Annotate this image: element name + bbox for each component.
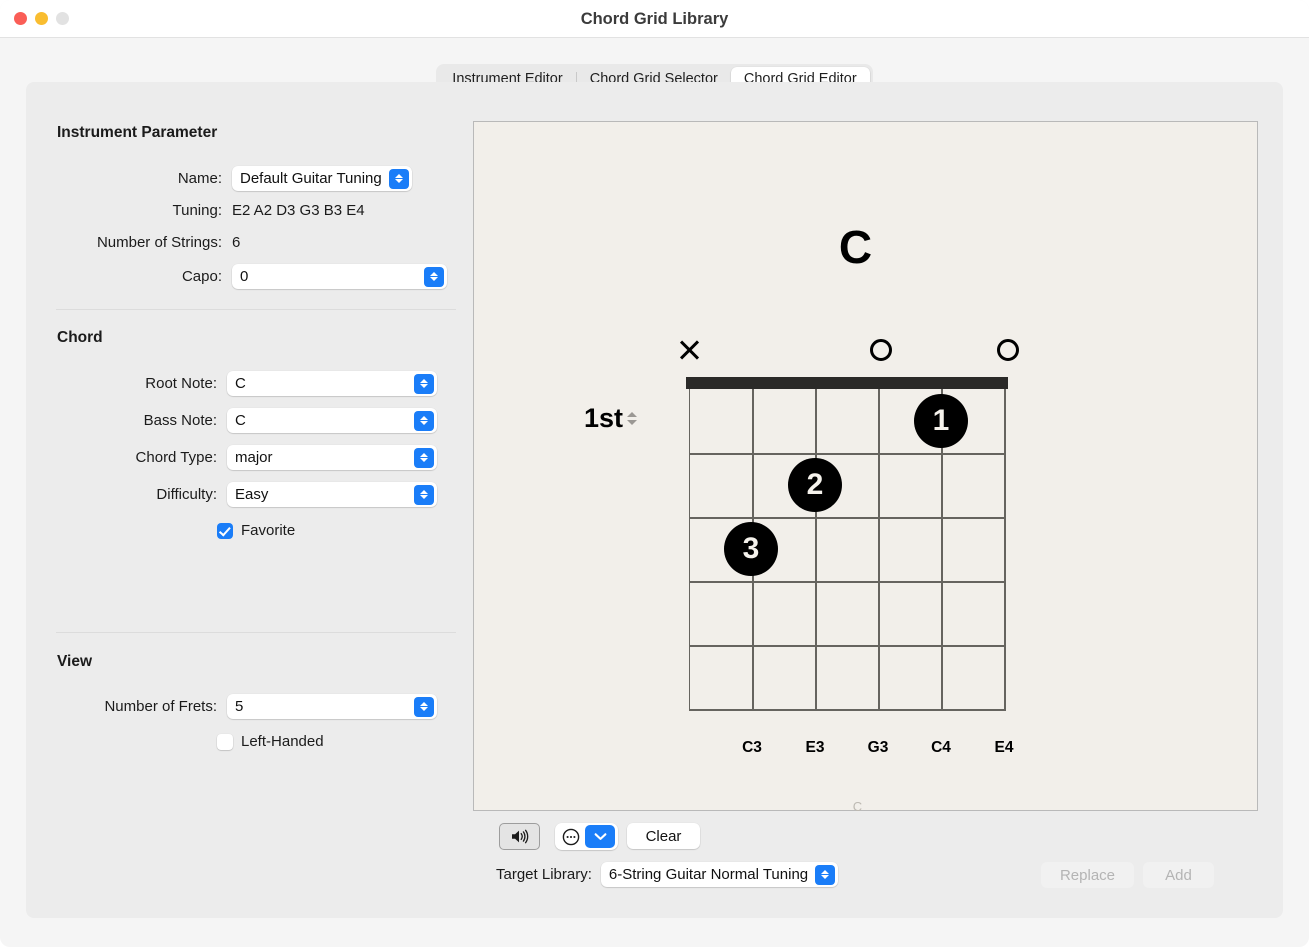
string-label-3: E3 (806, 739, 825, 757)
number-of-frets-value: 5 (235, 698, 243, 715)
chevron-updown-icon (424, 267, 444, 287)
bass-note-row: Bass Note: C (57, 408, 457, 433)
play-sound-button[interactable] (499, 823, 540, 850)
left-handed-checkbox-row[interactable]: Left-Handed (217, 733, 324, 750)
window-title: Chord Grid Library (0, 0, 1309, 38)
chord-type-label: Chord Type: (57, 449, 217, 466)
bass-note-value: C (235, 412, 246, 429)
clear-button[interactable]: Clear (627, 823, 700, 849)
content-panel: Instrument Parameter Name: Default Guita… (26, 82, 1283, 918)
options-dropdown-button[interactable] (585, 825, 615, 848)
chord-type-row: Chord Type: major (57, 445, 457, 470)
left-handed-checkbox[interactable] (217, 734, 233, 750)
number-of-strings-label: Number of Strings: (57, 234, 222, 251)
speaker-icon (510, 829, 529, 844)
target-library-row: Target Library: 6-String Guitar Normal T… (496, 862, 838, 887)
tuning-label: Tuning: (57, 202, 222, 219)
capo-popup-value: 0 (240, 268, 248, 285)
capo-popup[interactable]: 0 (232, 264, 447, 289)
options-menu-button[interactable] (557, 825, 585, 848)
difficulty-popup[interactable]: Easy (227, 482, 437, 507)
fret-position-stepper[interactable]: 1st (584, 403, 637, 434)
tuning-row: Tuning: E2 A2 D3 G3 B3 E4 (57, 202, 457, 219)
capo-label: Capo: (57, 268, 222, 285)
name-popup-value: Default Guitar Tuning (240, 170, 382, 187)
chevron-updown-icon (414, 411, 434, 431)
bass-note-popup[interactable]: C (227, 408, 437, 433)
root-note-value: C (235, 375, 246, 392)
finger-marker-3[interactable]: 3 (724, 522, 778, 576)
divider-1 (56, 309, 456, 310)
app-window: Chord Grid Library Instrument Editor Cho… (0, 0, 1309, 947)
chevron-updown-icon (815, 865, 835, 885)
strings-row: Number of Strings: 6 (57, 234, 457, 251)
string-label-4: G3 (868, 739, 889, 757)
favorite-checkbox-row[interactable]: Favorite (217, 522, 295, 539)
stepper-arrows-icon[interactable] (627, 412, 637, 425)
add-button[interactable]: Add (1143, 862, 1214, 888)
chord-heading: Chord (57, 329, 103, 347)
number-of-strings-value: 6 (232, 234, 240, 251)
open-string-marker-6[interactable] (997, 339, 1019, 361)
chevron-updown-icon (414, 448, 434, 468)
chevron-updown-icon (414, 697, 434, 717)
fret-line-2 (689, 517, 1006, 519)
chord-type-popup[interactable]: major (227, 445, 437, 470)
divider-2 (56, 632, 456, 633)
titlebar: Chord Grid Library (0, 0, 1309, 38)
chord-diagram-panel[interactable]: C (473, 121, 1258, 811)
string-label-5: C4 (931, 739, 951, 757)
instrument-parameter-heading: Instrument Parameter (57, 124, 217, 142)
target-library-value: 6-String Guitar Normal Tuning (609, 866, 808, 883)
string-line-3[interactable] (815, 389, 817, 711)
difficulty-label: Difficulty: (57, 486, 217, 503)
ellipsis-circle-icon (562, 828, 580, 846)
root-note-row: Root Note: C (57, 371, 457, 396)
chord-type-value: major (235, 449, 273, 466)
name-label: Name: (57, 170, 222, 187)
chevron-updown-icon (414, 374, 434, 394)
name-popup[interactable]: Default Guitar Tuning (232, 166, 412, 191)
name-row: Name: Default Guitar Tuning (57, 166, 457, 191)
chord-footnote: C (465, 799, 1250, 814)
number-of-frets-popup[interactable]: 5 (227, 694, 437, 719)
replace-button[interactable]: Replace (1041, 862, 1134, 888)
view-heading: View (57, 653, 92, 671)
fret-position-value: 1st (584, 403, 623, 434)
chevron-down-icon (594, 832, 607, 841)
chord-grid[interactable]: 1 2 3 1st C3 E3 G3 C4 E4 C (474, 122, 1259, 812)
favorite-checkbox[interactable] (217, 523, 233, 539)
root-note-label: Root Note: (57, 375, 217, 392)
left-handed-label: Left-Handed (241, 733, 324, 750)
number-of-frets-row: Number of Frets: 5 (57, 694, 457, 719)
number-of-frets-label: Number of Frets: (57, 698, 217, 715)
chevron-updown-icon (414, 485, 434, 505)
finger-marker-2[interactable]: 2 (788, 458, 842, 512)
chevron-updown-icon (389, 169, 409, 189)
string-line-1[interactable] (689, 389, 691, 711)
bass-note-label: Bass Note: (57, 412, 217, 429)
fret-line-4 (689, 645, 1006, 647)
root-note-popup[interactable]: C (227, 371, 437, 396)
capo-row: Capo: 0 (57, 264, 457, 289)
favorite-label: Favorite (241, 522, 295, 539)
string-line-4[interactable] (878, 389, 880, 711)
tuning-value: E2 A2 D3 G3 B3 E4 (232, 202, 365, 219)
fret-line-3 (689, 581, 1006, 583)
target-library-popup[interactable]: 6-String Guitar Normal Tuning (601, 862, 838, 887)
fret-line-1 (689, 453, 1006, 455)
open-string-marker-4[interactable] (870, 339, 892, 361)
finger-marker-1[interactable]: 1 (914, 394, 968, 448)
difficulty-value: Easy (235, 486, 268, 503)
string-line-6[interactable] (1004, 389, 1006, 711)
string-label-2: C3 (742, 739, 762, 757)
muted-string-marker-1[interactable] (678, 338, 702, 362)
string-label-6: E4 (995, 739, 1014, 757)
difficulty-row: Difficulty: Easy (57, 482, 457, 507)
fret-line-5 (689, 709, 1006, 711)
options-split-button[interactable] (555, 823, 618, 850)
nut (686, 377, 1008, 389)
settings-column: Instrument Parameter Name: Default Guita… (26, 82, 466, 918)
target-library-label: Target Library: (496, 866, 592, 883)
